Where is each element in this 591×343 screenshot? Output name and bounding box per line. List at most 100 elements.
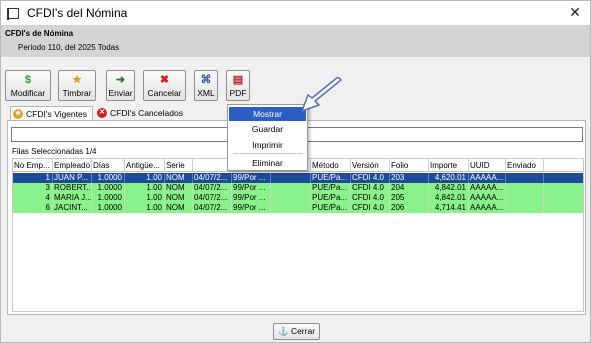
- table-row[interactable]: 6 JACINT... 1.0000 1.00 NOM 04/07/2... 99/Por …: [13, 203, 583, 213]
- table-cell: JUAN P...: [53, 173, 92, 183]
- table-cell: CFDI 4.0: [351, 183, 390, 193]
- close-icon[interactable]: ✕: [567, 4, 583, 20]
- timbrar-label: Timbrar: [62, 88, 92, 98]
- table-cell: 99/Por ...: [232, 183, 271, 193]
- cancelar-label: Cancelar: [147, 88, 182, 98]
- page-subtitle: Periodo 110, del 2025 Todas: [18, 43, 120, 52]
- table-cell: AAAAA...: [469, 193, 506, 203]
- table-cell: AAAAA...: [469, 173, 506, 183]
- table-row[interactable]: 1 JUAN P... 1.0000 1.00 NOM 04/07/2... 99/Por …: [13, 173, 583, 183]
- pdf-button[interactable]: ▤ PDF: [226, 70, 250, 101]
- table-cell: [506, 173, 544, 183]
- table-cell: 99/Por ...: [232, 193, 271, 203]
- column-header[interactable]: Enviado: [506, 159, 544, 172]
- table-cell: 1: [13, 173, 53, 183]
- column-header[interactable]: Antigüe...: [125, 159, 165, 172]
- pdf-label: PDF: [229, 88, 247, 98]
- table-cell: 04/07/2...: [193, 183, 232, 193]
- page-title: CFDI's de Nómina: [5, 29, 74, 38]
- tab-vigentes[interactable]: ★ CFDI's Vigentes: [10, 106, 93, 121]
- table-cell: 4,842.01: [429, 183, 469, 193]
- xml-button[interactable]: ⌘ XML: [194, 70, 218, 101]
- column-header[interactable]: Días: [92, 159, 125, 172]
- table-cell: 1.00: [125, 203, 165, 213]
- header-panel: CFDI's de Nómina Periodo 110, del 2025 T…: [1, 25, 590, 57]
- cancelar-button[interactable]: ✖ Cancelar: [143, 70, 186, 101]
- column-header[interactable]: Serie: [165, 159, 193, 172]
- table-cell: AAAAA...: [469, 183, 506, 193]
- table-cell: CFDI 4.0: [351, 173, 390, 183]
- table-cell: ROBERT...: [54, 183, 92, 193]
- table-cell: 1.0000: [92, 183, 125, 193]
- modificar-button[interactable]: $ Modificar: [5, 70, 51, 101]
- column-header[interactable]: UUID: [469, 159, 506, 172]
- column-header[interactable]: Importe: [429, 159, 469, 172]
- timbrar-button[interactable]: ★ Timbrar: [58, 70, 96, 101]
- pointer-arrow-icon: [301, 77, 342, 112]
- anchor-icon: ⚓: [277, 326, 289, 336]
- table-cell: 4,714.41: [429, 203, 469, 213]
- table-row[interactable]: 3 ROBERT... 1.0000 1.00 NOM 04/07/2... 99/Por …: [13, 183, 583, 193]
- table-cell: 04/07/2...: [193, 173, 232, 183]
- dialog-window: CFDI's del Nómina ✕ CFDI's de Nómina Per…: [0, 0, 591, 343]
- enviar-label: Enviar: [108, 88, 133, 98]
- title-bar: CFDI's del Nómina ✕: [1, 1, 590, 25]
- table-cell: PUE/Pa...: [311, 193, 351, 203]
- table-row[interactable]: 4 MARIA J... 1.0000 1.00 NOM 04/07/2... 99/Por…: [13, 193, 583, 203]
- table-cell: CFDI 4.0: [351, 203, 390, 213]
- table-cell: NOM: [165, 173, 193, 183]
- menu-item-eliminar[interactable]: Eliminar: [229, 156, 306, 170]
- table-cell: 99/Por ...: [232, 173, 271, 183]
- table-cell: [271, 183, 311, 193]
- table-cell: 206: [390, 203, 429, 213]
- table-cell: JACINT...: [53, 203, 92, 213]
- xml-label: XML: [197, 88, 215, 98]
- menu-separator: [233, 153, 303, 154]
- window-icon: [7, 7, 19, 20]
- table-cell: [271, 173, 311, 183]
- menu-item-imprimir[interactable]: Imprimir: [229, 138, 306, 152]
- column-header[interactable]: Método: [311, 159, 351, 172]
- table-cell: [506, 183, 544, 193]
- column-header[interactable]: No Emp...: [13, 159, 53, 172]
- cfdi-grid[interactable]: No Emp...EmpleadoDíasAntigüe...SerieCond…: [12, 158, 584, 312]
- table-cell: AAAAA...: [469, 203, 506, 213]
- tab-vigentes-label: CFDI's Vigentes: [26, 109, 87, 119]
- dollar-icon: $: [24, 74, 32, 86]
- table-cell: [506, 203, 544, 213]
- menu-item-mostrar[interactable]: Mostrar: [229, 107, 306, 121]
- table-cell: 203: [390, 173, 429, 183]
- table-cell: 6: [13, 203, 53, 213]
- table-cell: 1.00: [125, 193, 165, 203]
- menu-item-guardar[interactable]: Guardar: [229, 122, 306, 136]
- cerrar-button[interactable]: ⚓ Cerrar: [273, 323, 320, 340]
- table-cell: [271, 193, 311, 203]
- table-cell: 204: [390, 183, 429, 193]
- table-cell: 99/Por ...: [232, 203, 271, 213]
- table-cell: 3: [13, 183, 53, 193]
- table-cell: NOM: [165, 193, 193, 203]
- table-cell: NOM: [165, 203, 193, 213]
- selection-count: Filas Seleccionadas 1/4: [12, 147, 97, 156]
- table-cell: 205: [390, 193, 429, 203]
- table-cell: 4,842.01: [429, 193, 469, 203]
- toolbar: $ Modificar ★ Timbrar ➜ Enviar ✖ Cancela…: [1, 57, 590, 103]
- table-cell: PUE/Pa...: [311, 173, 351, 183]
- column-header[interactable]: Empleado: [53, 159, 92, 172]
- table-cell: 4: [13, 193, 53, 203]
- stamp-icon: ★: [72, 74, 82, 86]
- table-cell: 1.0000: [92, 173, 125, 183]
- column-header[interactable]: Folio: [390, 159, 429, 172]
- xml-icon: ⌘: [200, 74, 212, 86]
- enviar-button[interactable]: ➜ Enviar: [106, 70, 135, 101]
- window-title: CFDI's del Nómina: [27, 6, 128, 20]
- column-header[interactable]: Versión: [351, 159, 390, 172]
- table-cell: 1.0000: [92, 203, 125, 213]
- table-cell: PUE/Pa...: [311, 183, 351, 193]
- pdf-context-menu: Mostrar Guardar Imprimir Eliminar: [227, 104, 308, 171]
- send-icon: ➜: [115, 74, 126, 86]
- tab-cancelados[interactable]: ✕ CFDI's Cancelados: [95, 106, 191, 121]
- table-cell: 1.00: [125, 173, 165, 183]
- star-icon: ★: [13, 109, 23, 119]
- pdf-icon: ▤: [232, 74, 244, 86]
